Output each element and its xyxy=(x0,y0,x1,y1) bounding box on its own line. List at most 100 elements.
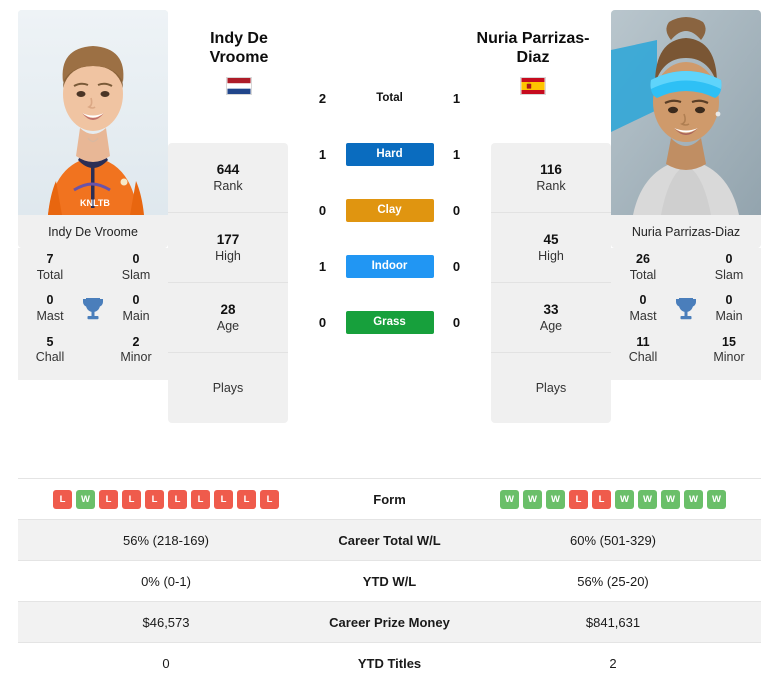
high-cell-left: 177 High xyxy=(168,213,288,283)
h2h-score-right-grass: 0 xyxy=(452,314,461,330)
age-value-right: 33 xyxy=(543,301,559,317)
form-strip-left: LWLLLLLLLL xyxy=(18,489,314,509)
titles-chall-value-left: 5 xyxy=(46,334,54,349)
player-name-line1-right: Nuria Parrizas- xyxy=(476,30,590,47)
rank-cell-left: 644 Rank xyxy=(168,143,288,213)
h2h-row-total: 2 Total 1 xyxy=(288,70,491,126)
high-label-right: High xyxy=(538,249,564,264)
h2h-score-right-hard: 1 xyxy=(452,146,461,162)
titles-mast-left: 0 Mast xyxy=(24,293,76,324)
h2h-row-clay: 0 Clay 0 xyxy=(288,182,491,238)
h2h-total-label: Total xyxy=(376,92,403,104)
player-photo-right xyxy=(611,10,761,215)
titles-chall-label-left: Chall xyxy=(35,350,65,365)
titles-main-left: 0 Main xyxy=(110,293,162,324)
table-row: $46,573 Career Prize Money $841,631 xyxy=(18,601,761,643)
surface-pill-clay: Clay xyxy=(345,198,434,222)
ytd-titles-left: 0 xyxy=(162,655,170,671)
player-card-left: KNLTB Indy De Vroome 7 Total 0 Slam 0 Ma… xyxy=(18,10,168,380)
player-name-line2-right: Diaz xyxy=(516,48,550,66)
high-value-right: 45 xyxy=(543,231,559,247)
form-badge-loss: L xyxy=(569,489,588,509)
titles-minor-label-right: Minor xyxy=(713,350,745,365)
titles-mast-right: 0 Mast xyxy=(617,293,669,324)
career-total-wl-right: 60% (501-329) xyxy=(465,519,761,561)
ytd-wl-right: 56% (25-20) xyxy=(577,573,649,589)
form-badge-loss: L xyxy=(191,489,210,509)
player-card-right: Nuria Parrizas-Diaz 26 Total 0 Slam 0 Ma… xyxy=(611,10,761,380)
comparison-table: LWLLLLLLLL Form WWWLLWWWWW 56% (218-169)… xyxy=(18,478,761,684)
h2h-row-indoor: 1 Indoor 0 xyxy=(288,238,491,294)
career-total-wl-left: 56% (218-169) xyxy=(18,519,314,561)
titles-minor-label-left: Minor xyxy=(120,350,152,365)
titles-minor-left: 2 Minor xyxy=(110,335,162,366)
row-label-career-total-wl: Career Total W/L xyxy=(314,519,465,561)
plays-label-right: Plays xyxy=(535,380,567,395)
form-badge-win: W xyxy=(546,489,565,509)
player-info-column-right: 116 Rank 45 High 33 Age Plays xyxy=(491,143,611,423)
rank-value-right: 116 xyxy=(540,161,562,177)
titles-mast-label-right: Mast xyxy=(629,308,657,323)
trophy-icon xyxy=(76,296,110,322)
svg-text:KNLTB: KNLTB xyxy=(80,198,110,208)
h2h-score-left-indoor: 1 xyxy=(318,258,327,274)
titles-slam-label-right: Slam xyxy=(714,267,744,282)
titles-chall-label-right: Chall xyxy=(628,350,658,365)
titles-mast-value-right: 0 xyxy=(639,293,647,308)
form-badge-loss: L xyxy=(145,489,164,509)
titles-mast-value-left: 0 xyxy=(46,293,54,308)
high-label-left: High xyxy=(215,249,241,264)
form-badge-win: W xyxy=(615,489,634,509)
form-badge-win: W xyxy=(661,489,680,509)
form-badge-win: W xyxy=(707,489,726,509)
high-value-left: 177 xyxy=(216,231,240,247)
form-badge-loss: L xyxy=(260,489,279,509)
h2h-score-left-total: 2 xyxy=(318,90,327,106)
table-row: 0 YTD Titles 2 xyxy=(18,642,761,684)
titles-chall-right: 11 Chall xyxy=(617,335,669,366)
titles-grid-right: 26 Total 0 Slam 0 Mast 0 Main 11 Chall 1… xyxy=(611,248,761,380)
table-row-form: LWLLLLLLLL Form WWWLLWWWWW xyxy=(18,478,761,520)
h2h-row-hard: 1 Hard 1 xyxy=(288,126,491,182)
career-prize-money-left: $46,573 xyxy=(18,601,314,643)
titles-mast-label-left: Mast xyxy=(36,308,64,323)
age-label-right: Age xyxy=(539,319,563,334)
form-badge-loss: L xyxy=(237,489,256,509)
form-badge-win: W xyxy=(684,489,703,509)
table-row: 56% (218-169) Career Total W/L 60% (501-… xyxy=(18,519,761,561)
player-photo-name-right: Nuria Parrizas-Diaz xyxy=(611,215,761,248)
form-badge-loss: L xyxy=(592,489,611,509)
age-cell-right: 33 Age xyxy=(491,283,611,353)
h2h-row-grass: 0 Grass 0 xyxy=(288,294,491,350)
titles-main-label-left: Main xyxy=(122,308,150,323)
titles-main-value-left: 0 xyxy=(132,293,140,308)
titles-total-label-right: Total xyxy=(629,267,657,282)
form-badge-loss: L xyxy=(214,489,233,509)
flag-netherlands-icon xyxy=(226,76,252,95)
titles-slam-value-right: 0 xyxy=(725,252,733,266)
player-photo-card-left: KNLTB Indy De Vroome xyxy=(18,10,168,248)
titles-slam-label-left: Slam xyxy=(121,267,151,282)
form-badge-win: W xyxy=(500,489,519,509)
titles-total-value-right: 26 xyxy=(636,252,650,266)
head-to-head-column: 2 Total 1 1 Hard 1 0 Clay 0 1 Indoor 0 0 Grass 0 xyxy=(288,10,491,350)
form-cell-left: LWLLLLLLLL xyxy=(18,479,314,520)
ytd-titles-right: 2 xyxy=(609,655,617,671)
form-badge-win: W xyxy=(638,489,657,509)
titles-chall-value-right: 11 xyxy=(636,334,650,349)
titles-main-label-right: Main xyxy=(715,308,743,323)
player-photo-left: KNLTB xyxy=(18,10,168,215)
h2h-score-right-indoor: 0 xyxy=(452,258,461,274)
player-photo-card-right: Nuria Parrizas-Diaz xyxy=(611,10,761,248)
form-cell-right: WWWLLWWWWW xyxy=(465,479,761,520)
titles-total-value-left: 7 xyxy=(46,252,54,266)
trophy-icon xyxy=(669,296,703,322)
age-label-left: Age xyxy=(216,319,240,334)
titles-minor-value-right: 15 xyxy=(722,334,736,349)
titles-chall-left: 5 Chall xyxy=(24,335,76,366)
rank-label-left: Rank xyxy=(213,179,243,194)
row-label-career-prize-money: Career Prize Money xyxy=(314,601,465,643)
form-badge-loss: L xyxy=(168,489,187,509)
titles-minor-right: 15 Minor xyxy=(703,335,755,366)
player-name-heading-left: Indy De Vroome xyxy=(179,30,299,95)
